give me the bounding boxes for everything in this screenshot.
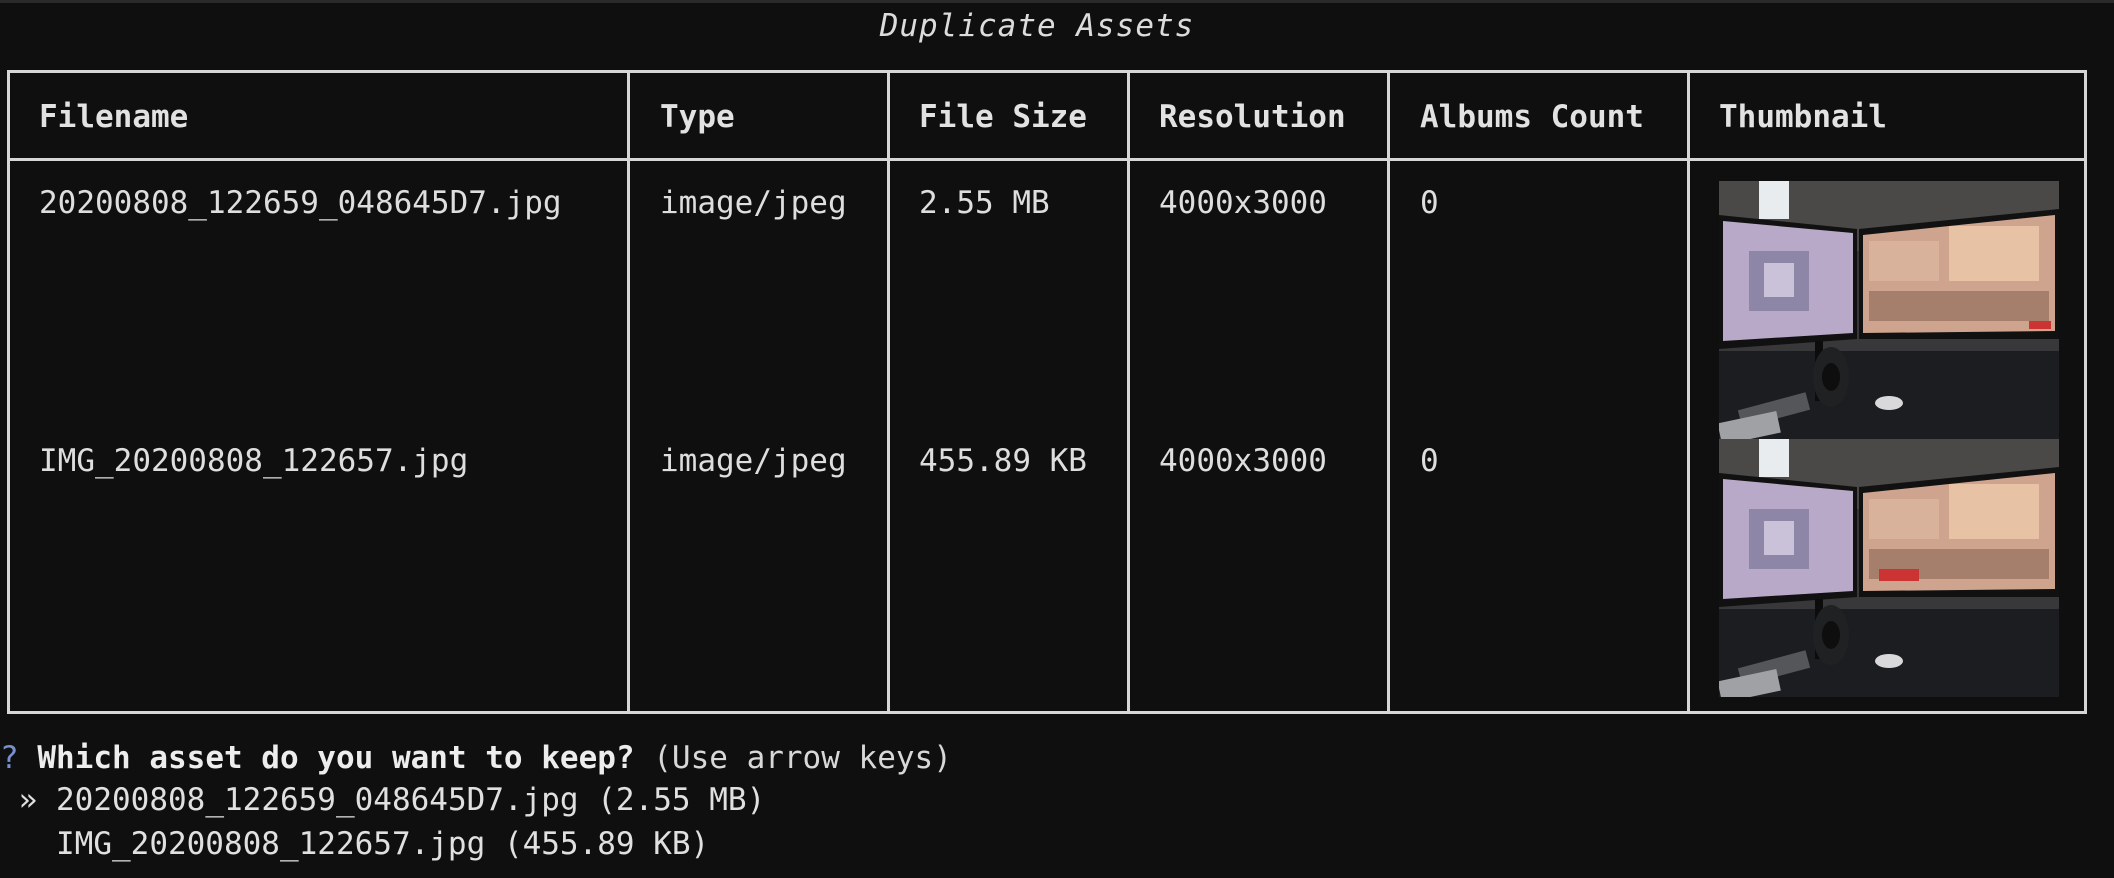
prompt-hint: (Use arrow keys) (653, 740, 952, 776)
duplicate-assets-table: Filename Type File Size Resolution Album… (7, 70, 2087, 714)
cell-type: image/jpeg (660, 443, 847, 479)
prompt-marker: ? (0, 740, 19, 776)
column-divider (627, 73, 630, 711)
header-thumbnail: Thumbnail (1719, 99, 1887, 135)
choice-selected[interactable]: » 20200808_122659_048645D7.jpg (2.55 MB) (0, 782, 766, 818)
cell-type: image/jpeg (660, 185, 847, 221)
thumbnail-image (1719, 439, 2059, 697)
header-filename: Filename (39, 99, 189, 135)
cell-file-size: 455.89 KB (919, 443, 1087, 479)
cell-resolution: 4000x3000 (1159, 185, 1327, 221)
thumbnail-image (1719, 181, 2059, 439)
selection-pointer-icon: » (18, 782, 38, 818)
header-file-size: File Size (919, 99, 1087, 135)
header-albums-count: Albums Count (1420, 99, 1644, 135)
column-divider (1687, 73, 1690, 711)
column-divider (887, 73, 890, 711)
table-caption: Duplicate Assets (879, 8, 1195, 44)
column-divider (1127, 73, 1130, 711)
choice-label: IMG_20200808_122657.jpg (455.89 KB) (56, 826, 710, 862)
cell-filename: 20200808_122659_048645D7.jpg (39, 185, 562, 221)
keep-asset-prompt: ? Which asset do you want to keep? (Use … (0, 740, 952, 776)
cell-resolution: 4000x3000 (1159, 443, 1327, 479)
header-type: Type (660, 99, 735, 135)
cell-albums-count: 0 (1420, 443, 1439, 479)
choice-option[interactable]: IMG_20200808_122657.jpg (455.89 KB) (0, 826, 709, 862)
column-divider (1387, 73, 1390, 711)
cell-albums-count: 0 (1420, 185, 1439, 221)
cell-filename: IMG_20200808_122657.jpg (39, 443, 469, 479)
table-header-row: Filename Type File Size Resolution Album… (10, 73, 2084, 161)
header-resolution: Resolution (1159, 99, 1346, 135)
choice-label: 20200808_122659_048645D7.jpg (2.55 MB) (56, 782, 766, 818)
window-top-edge (0, 0, 2114, 3)
prompt-question: Which asset do you want to keep? (37, 740, 635, 776)
cell-file-size: 2.55 MB (919, 185, 1050, 221)
